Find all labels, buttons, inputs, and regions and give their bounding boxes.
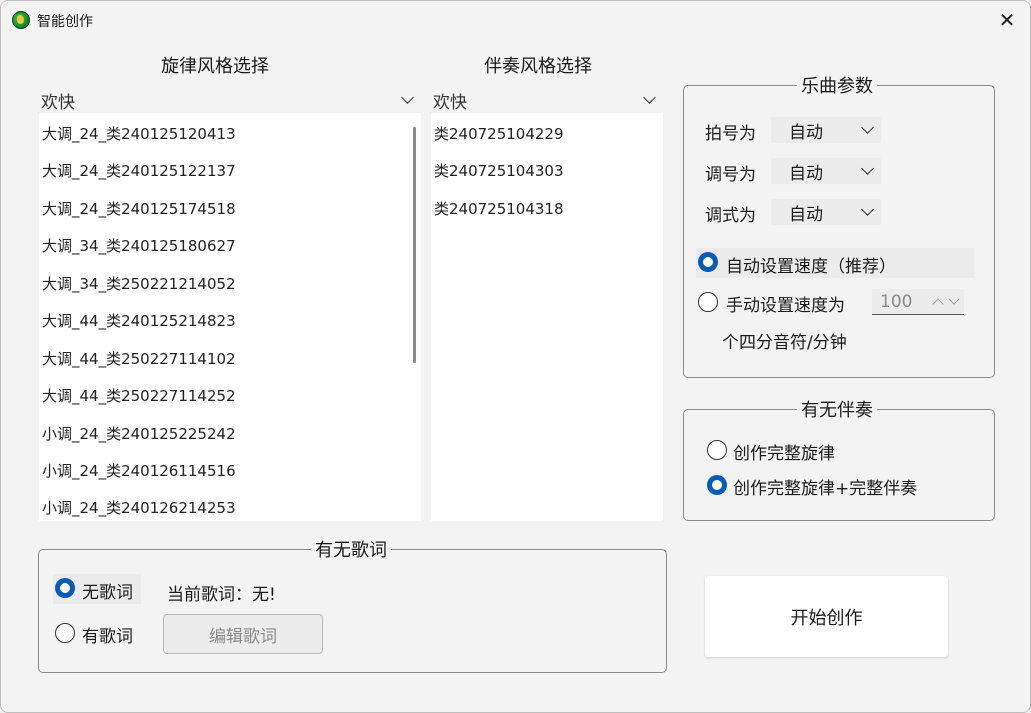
melody-only-label: 创作完整旋律 [733,444,835,464]
no-lyrics-label: 无歌词 [82,583,133,603]
list-item[interactable]: 大调_24_类240125122137 [42,160,236,181]
auto-speed-label: 自动设置速度（推荐） [726,257,896,277]
melody-list-scrollbar[interactable] [413,127,416,363]
auto-speed-radio[interactable] [698,252,718,272]
accompaniment-option-title: 有无伴奏 [797,396,877,422]
list-item[interactable]: 类240725104229 [434,123,564,144]
key-label: 调号为 [705,165,756,185]
lyrics-title: 有无歌词 [311,536,391,562]
beat-dropdown[interactable]: 自动 [771,117,881,143]
list-item[interactable]: 大调_44_类240125214823 [42,310,236,331]
start-create-button[interactable]: 开始创作 [705,576,948,657]
list-item[interactable]: 大调_24_类240125120413 [42,123,236,144]
list-item[interactable]: 类240725104318 [434,198,564,219]
list-item[interactable]: 小调_24_类240125225242 [42,423,236,444]
beat-value: 自动 [789,122,823,143]
chevron-down-icon [861,205,875,219]
app-globe-icon [12,11,30,29]
accomp-style-dropdown[interactable]: 欢快 [431,87,663,113]
melody-accomp-label: 创作完整旋律+完整伴奏 [733,479,918,499]
chevron-down-icon [401,93,415,107]
close-button[interactable]: ✕ [984,1,1030,39]
speed-spinbox[interactable]: 100 [872,289,964,315]
chevron-down-icon [861,164,875,178]
list-item[interactable]: 大调_44_类250227114102 [42,348,236,369]
list-item[interactable]: 类240725104303 [434,160,564,181]
spin-down-icon[interactable] [948,296,960,308]
window-title: 智能创作 [37,14,93,30]
beat-label: 拍号为 [705,124,756,144]
list-item[interactable]: 大调_34_类240125180627 [42,235,236,256]
current-lyrics-status: 当前歌词：无! [167,585,276,605]
melody-style-heading: 旋律风格选择 [161,56,269,77]
edit-lyrics-button[interactable]: 编辑歌词 [163,614,323,654]
key-value: 自动 [789,163,823,184]
accompaniment-option-group: 有无伴奏 创作完整旋律 创作完整旋律+完整伴奏 [683,396,995,521]
music-params-group: 乐曲参数 拍号为 自动 调号为 自动 调式为 自动 自动设置速度（推荐） 手动设… [683,72,995,378]
melody-style-selected: 欢快 [41,92,75,113]
key-dropdown[interactable]: 自动 [771,158,881,184]
lyrics-group: 有无歌词 无歌词 当前歌词：无! 有歌词 编辑歌词 [38,536,667,673]
mode-value: 自动 [789,204,823,225]
no-lyrics-radio[interactable] [55,578,75,598]
chevron-down-icon [861,123,875,137]
has-lyrics-radio[interactable] [55,623,75,643]
speed-unit-label: 个四分音符/分钟 [722,333,847,353]
speed-value: 100 [880,291,913,312]
title-bar: 智能创作 ✕ [1,1,1030,39]
melody-only-radio[interactable] [707,440,727,460]
accomp-style-list[interactable]: 类240725104229 类240725104303 类24072510431… [431,113,663,521]
chevron-down-icon [643,93,657,107]
accomp-style-selected: 欢快 [433,92,467,113]
has-lyrics-label: 有歌词 [82,627,133,647]
app-window: 智能创作 ✕ 旋律风格选择 欢快 大调_24_类240125120413 大调_… [0,0,1031,713]
mode-label: 调式为 [705,206,756,226]
list-item[interactable]: 大调_44_类250227114252 [42,385,236,406]
accomp-style-heading: 伴奏风格选择 [484,56,592,77]
list-item[interactable]: 大调_34_类250221214052 [42,273,236,294]
music-params-title: 乐曲参数 [797,72,877,98]
list-item[interactable]: 大调_24_类240125174518 [42,198,236,219]
list-item[interactable]: 小调_24_类240126214253 [42,497,236,518]
melody-style-dropdown[interactable]: 欢快 [39,87,421,113]
manual-speed-radio[interactable] [698,292,718,312]
melody-accomp-radio[interactable] [707,475,727,495]
close-icon: ✕ [998,8,1016,32]
melody-style-list[interactable]: 大调_24_类240125120413 大调_24_类240125122137 … [39,113,421,521]
manual-speed-label: 手动设置速度为 [726,296,845,316]
mode-dropdown[interactable]: 自动 [771,199,881,225]
list-item[interactable]: 小调_24_类240126114516 [42,460,236,481]
spin-up-icon[interactable] [932,296,944,308]
